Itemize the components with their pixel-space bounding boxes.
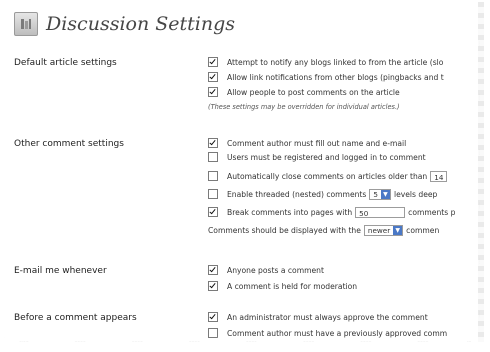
option-admin-approve[interactable]: An administrator must always approve the…	[208, 311, 428, 323]
checkbox[interactable]	[208, 281, 218, 291]
screenshot-paper: Discussion Settings Default article sett…	[4, 2, 480, 342]
auto-close-days-input[interactable]: 14	[430, 170, 448, 182]
option-threaded-comments[interactable]: Enable threaded (nested) comments 5 ▼ le…	[208, 188, 437, 200]
checkbox[interactable]	[208, 189, 218, 199]
comment-order-select[interactable]: newer ▼	[363, 224, 404, 236]
option-auto-close[interactable]: Automatically close comments on articles…	[208, 170, 450, 182]
checkbox[interactable]	[208, 138, 218, 148]
checkbox[interactable]	[208, 87, 218, 97]
page-title: Discussion Settings	[46, 13, 235, 35]
option-paged-comments[interactable]: Break comments into pages with 50 commen…	[208, 206, 455, 218]
option-allow-link-notifications[interactable]: Allow link notifications from other blog…	[208, 71, 444, 83]
torn-edge	[478, 2, 484, 342]
checkbox[interactable]	[208, 328, 218, 338]
comments-per-page-input[interactable]: 50	[355, 206, 406, 218]
checkbox[interactable]	[208, 265, 218, 275]
option-notify-linked-blogs[interactable]: Attempt to notify any blogs linked to fr…	[208, 56, 443, 68]
option-allow-comments[interactable]: Allow people to post comments on the art…	[208, 86, 400, 98]
settings-icon	[14, 12, 38, 36]
option-email-on-comment[interactable]: Anyone posts a comment	[208, 264, 324, 276]
section-label-before-comment: Before a comment appears	[14, 313, 137, 323]
section-label-default-article: Default article settings	[14, 58, 117, 68]
checkbox[interactable]	[208, 57, 218, 67]
checkbox[interactable]	[208, 72, 218, 82]
thread-depth-select[interactable]: 5 ▼	[369, 188, 391, 200]
option-require-name-email[interactable]: Comment author must fill out name and e-…	[208, 137, 406, 149]
option-email-on-moderation[interactable]: A comment is held for moderation	[208, 280, 357, 292]
option-display-order: Comments should be displayed with the ne…	[208, 224, 440, 236]
page-header: Discussion Settings	[14, 8, 235, 40]
section-label-other-comment: Other comment settings	[14, 139, 124, 149]
chevron-down-icon: ▼	[393, 225, 403, 235]
checkbox[interactable]	[208, 171, 218, 181]
option-previously-approved[interactable]: Comment author must have a previously ap…	[208, 327, 447, 339]
option-require-registration[interactable]: Users must be registered and logged in t…	[208, 151, 426, 163]
checkbox[interactable]	[208, 152, 218, 162]
checkbox[interactable]	[208, 207, 218, 217]
override-note: (These settings may be overridden for in…	[208, 103, 400, 111]
section-label-email-me: E-mail me whenever	[14, 266, 107, 276]
chevron-down-icon: ▼	[380, 189, 390, 199]
checkbox[interactable]	[208, 312, 218, 322]
